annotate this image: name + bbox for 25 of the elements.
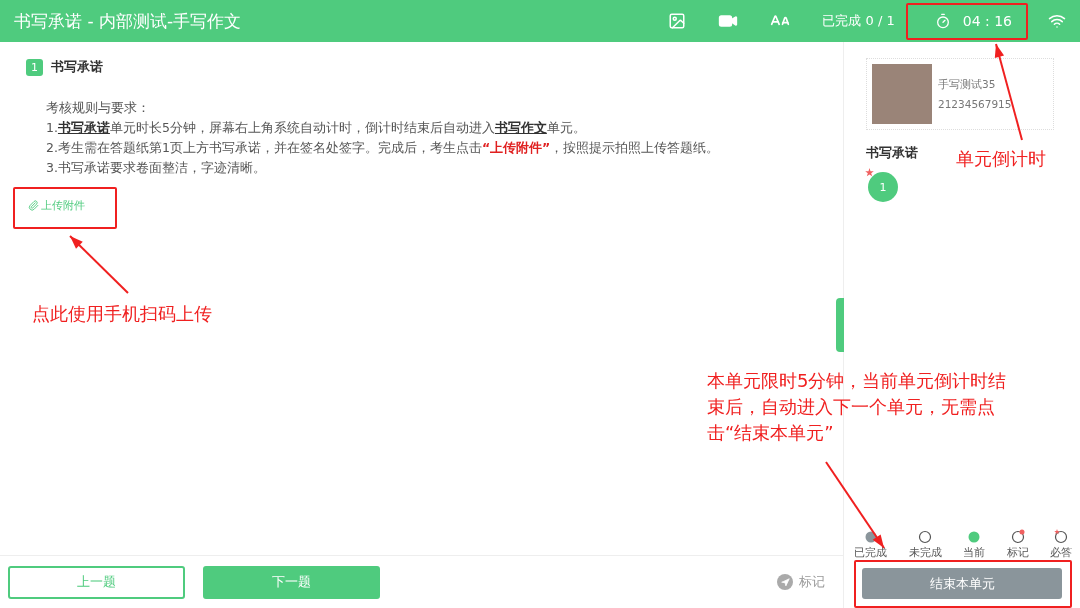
- upload-attachment-link[interactable]: 上传附件: [26, 196, 87, 215]
- rules-heading: 考核规则与要求：: [46, 99, 151, 117]
- progress-count: 已完成 0 / 1: [822, 12, 895, 30]
- next-button[interactable]: 下一题: [203, 565, 380, 599]
- question-number: 1: [26, 58, 43, 76]
- question-title: 书写承诺: [51, 58, 103, 76]
- annotation-text: 单元倒计时: [956, 147, 1046, 171]
- window-title: 书写承诺 - 内部测试-手写作文: [14, 9, 243, 33]
- legend-label: 未完成: [908, 545, 942, 560]
- legend-label: 当前: [963, 545, 985, 560]
- mark-button[interactable]: 标记: [771, 572, 831, 592]
- rule-text: 2.考生需在答题纸第1页上方书写承诺，并在签名处签字。完成后，考生点击“上传附件”，按照提示拍照上传答题纸。: [46, 139, 721, 157]
- rule-text: 1.书写承诺单元时长5分钟，屏幕右上角系统自动计时，倒计时结束后自动进入书写作文单元。: [46, 119, 587, 137]
- previous-button[interactable]: 上一题: [8, 565, 185, 599]
- countdown-timer: 04 : 16: [962, 13, 1012, 29]
- legend-label: 标记: [1006, 545, 1029, 560]
- end-section-button[interactable]: 结束本单元: [862, 568, 1062, 599]
- candidate-name: 手写测试35: [938, 77, 997, 92]
- annotation-text: 点此使用手机扫码上传: [32, 302, 212, 326]
- legend-label: 已完成: [854, 545, 887, 560]
- annotation-text: 本单元限时5分钟，当前单元倒计时结束后，自动进入下一个单元，无需点击“结束本单元”: [707, 369, 1008, 445]
- legend-label: 必答: [1050, 545, 1072, 560]
- section-title: 书写承诺: [866, 144, 918, 162]
- rule-text: 3.书写承诺要求卷面整洁，字迹清晰。: [46, 159, 267, 177]
- candidate-id: 21234567915: [938, 97, 1012, 112]
